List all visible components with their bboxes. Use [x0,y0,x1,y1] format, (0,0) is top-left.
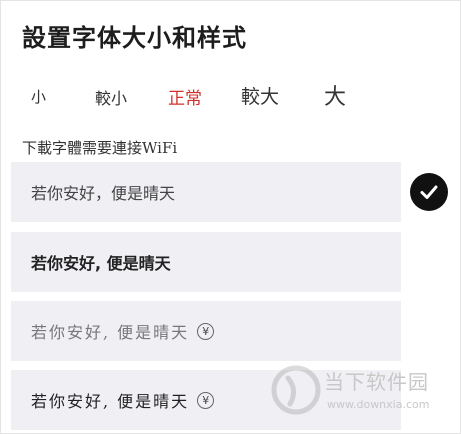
checkmark-icon [410,173,448,211]
font-style-option-3[interactable]: 若你安好, 便是晴天 ¥ [11,301,401,361]
font-size-smaller[interactable]: 較小 [95,85,127,109]
wifi-download-note: 下載字體需要連接WiFi [22,139,178,157]
yen-icon: ¥ [197,322,215,340]
watermark-logo-icon [271,365,321,415]
font-size-small[interactable]: 小 [31,86,46,107]
yen-icon: ¥ [197,391,215,409]
watermark-url: www.downxia.com [327,398,430,411]
watermark-text: 当下软件园 [324,370,429,394]
font-size-normal[interactable]: 正常 [168,84,202,109]
font-style-sample: 若你安好，便是晴天 [31,184,176,203]
font-size-large[interactable]: 大 [324,79,346,111]
font-style-option-2[interactable]: 若你安好, 便是晴天 [11,232,401,292]
font-style-sample: 若你安好, 便是晴天 [31,323,190,342]
font-style-sample: 若你安好, 便是晴天 [31,254,171,273]
font-style-sample: 若你安好, 便是晴天 [31,392,190,411]
font-size-larger[interactable]: 較大 [241,82,279,109]
font-style-option-1[interactable]: 若你安好，便是晴天 [11,162,401,222]
page-title: 設置字体大小和样式 [22,23,247,52]
